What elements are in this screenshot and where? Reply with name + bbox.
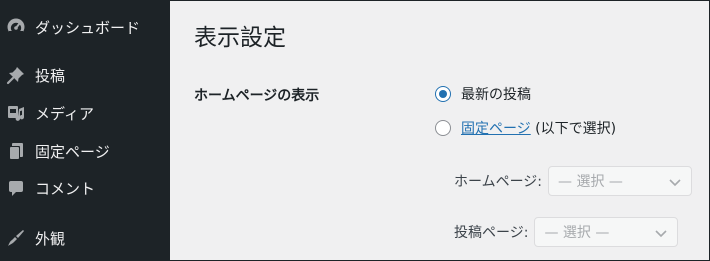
- page-title: 表示設定: [194, 25, 286, 51]
- appearance-icon: [6, 228, 26, 248]
- homepage-select-value: — 選択 —: [558, 174, 623, 190]
- posts-page-select[interactable]: — 選択 —: [534, 217, 679, 247]
- sidebar-item-label: コメント: [35, 179, 96, 198]
- static-page-label: 固定ページ (以下で選択): [461, 118, 616, 138]
- chevron-down-icon: [655, 230, 668, 238]
- sidebar-item-label: 固定ページ: [35, 142, 110, 161]
- dashboard-icon: [6, 17, 26, 37]
- sidebar-item-label: 外観: [35, 229, 66, 248]
- latest-posts-radio[interactable]: [435, 86, 451, 102]
- sidebar-item-posts[interactable]: 投稿: [1, 58, 170, 92]
- sidebar-item-label: メディア: [35, 104, 94, 123]
- admin-sidebar: ダッシュボード 投稿 メディア 固定ページ コメント 外観: [1, 1, 170, 261]
- posts-page-select-row: 投稿ページ: — 選択 —: [454, 217, 679, 247]
- chevron-down-icon: [669, 179, 681, 187]
- latest-posts-option[interactable]: 最新の投稿: [435, 84, 531, 104]
- sidebar-item-label: ダッシュボード: [35, 18, 141, 37]
- posts-page-select-value: — 選択 —: [544, 225, 610, 241]
- static-page-option[interactable]: 固定ページ (以下で選択): [435, 118, 616, 138]
- posts-page-select-label: 投稿ページ:: [454, 225, 529, 241]
- media-icon: [6, 103, 26, 123]
- sidebar-item-label: 投稿: [35, 66, 66, 85]
- comment-icon: [6, 178, 26, 198]
- latest-posts-label: 最新の投稿: [461, 87, 531, 103]
- sidebar-item-comments[interactable]: コメント: [1, 171, 170, 205]
- pin-icon: [6, 65, 26, 85]
- static-page-suffix: (以下で選択): [530, 121, 617, 137]
- homepage-select[interactable]: — 選択 —: [548, 166, 693, 196]
- homepage-display-label: ホームページの表示: [194, 88, 320, 104]
- sidebar-item-dashboard[interactable]: ダッシュボード: [1, 10, 170, 44]
- static-page-radio[interactable]: [435, 120, 451, 136]
- static-page-link[interactable]: 固定ページ: [461, 121, 531, 137]
- sidebar-item-appearance[interactable]: 外観: [1, 221, 170, 255]
- homepage-select-row: ホームページ: — 選択 —: [454, 166, 693, 196]
- sidebar-item-media[interactable]: メディア: [1, 96, 170, 130]
- settings-content: 表示設定 ホームページの表示 最新の投稿 固定ページ (以下で選択) ホームペー…: [170, 1, 709, 261]
- sidebar-item-pages[interactable]: 固定ページ: [1, 134, 170, 168]
- homepage-select-label: ホームページ:: [454, 174, 543, 190]
- pages-icon: [6, 141, 26, 161]
